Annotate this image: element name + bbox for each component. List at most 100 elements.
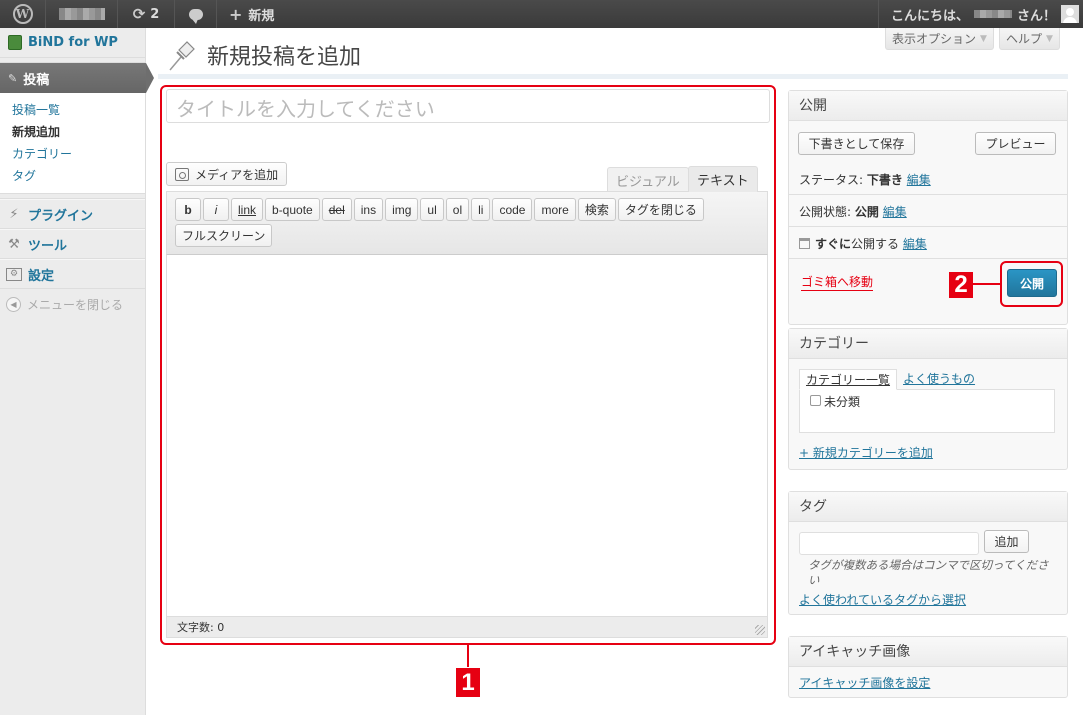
- collapse-menu-button[interactable]: ◀ メニューを閉じる: [0, 289, 145, 319]
- comment-icon: [188, 8, 203, 24]
- add-media-label: メディアを追加: [195, 167, 279, 182]
- media-icon: [175, 167, 189, 181]
- page-title: 新規投稿を追加: [207, 45, 362, 70]
- tag-input[interactable]: [799, 532, 979, 555]
- sidebar-item-label: 投稿: [23, 72, 50, 88]
- status-value: 下書き: [866, 173, 903, 187]
- post-content-textarea[interactable]: [166, 255, 768, 617]
- edit-visibility-link[interactable]: 編集: [883, 205, 907, 219]
- posts-submenu: 投稿一覧 新規追加 カテゴリー タグ: [0, 93, 145, 194]
- qt-fullscreen-button[interactable]: フルスクリーン: [175, 224, 273, 247]
- resize-handle[interactable]: [755, 625, 765, 635]
- site-name-button[interactable]: [46, 0, 118, 28]
- bind-icon: [8, 35, 22, 50]
- save-draft-button[interactable]: 下書きとして保存: [798, 132, 915, 155]
- tab-all-categories[interactable]: カテゴリー一覧: [799, 369, 898, 390]
- post-title-input[interactable]: タイトルを入力してください: [166, 89, 770, 123]
- submenu-categories[interactable]: カテゴリー: [12, 143, 145, 165]
- visibility-label: 公開状態:: [799, 205, 852, 219]
- qt-close-tags-button[interactable]: タグを閉じる: [617, 198, 704, 221]
- schedule-text: 公開する: [851, 237, 900, 251]
- qt-more-button[interactable]: more: [534, 198, 576, 221]
- pushpin-icon: [169, 41, 195, 71]
- tab-text[interactable]: テキスト: [688, 166, 758, 192]
- qt-italic-button[interactable]: i: [203, 198, 229, 221]
- qt-ins-button[interactable]: ins: [353, 198, 384, 221]
- greeting-prefix: こんにちは、: [890, 8, 969, 24]
- callout-box-2: [1000, 261, 1063, 307]
- new-content-button[interactable]: + 新規: [217, 0, 286, 28]
- qt-ol-button[interactable]: ol: [445, 198, 470, 221]
- sidebar-item-bind[interactable]: BiND for WP: [0, 28, 145, 58]
- qt-link-button[interactable]: link: [231, 198, 264, 221]
- status-row: ステータス: 下書き 編集: [799, 171, 931, 188]
- edit-schedule-link[interactable]: 編集: [903, 237, 927, 251]
- word-count: 文字数: 0: [177, 621, 225, 634]
- qt-code-button[interactable]: code: [492, 198, 533, 221]
- featured-image-box: アイキャッチ画像 アイキャッチ画像を設定: [788, 636, 1068, 698]
- avatar: [1061, 5, 1079, 23]
- visibility-row: 公開状態: 公開 編集: [799, 203, 907, 220]
- tab-visual[interactable]: ビジュアル: [607, 167, 689, 192]
- my-account-button[interactable]: こんにちは、 さん！: [877, 0, 1083, 28]
- add-media-button[interactable]: メディアを追加: [166, 162, 288, 186]
- set-featured-image-link[interactable]: アイキャッチ画像を設定: [799, 674, 930, 691]
- qt-del-button[interactable]: del: [321, 198, 352, 221]
- updates-count: 2: [150, 6, 160, 22]
- sidebar-item-label: ツール: [28, 238, 68, 254]
- page-header: 新規投稿を追加: [167, 38, 361, 72]
- callout-1-line: [467, 645, 469, 667]
- greeting-suffix: さん！: [1016, 8, 1056, 24]
- category-box: カテゴリー カテゴリー一覧 よく使うもの 未分類 + 新規カテゴリーを追加: [788, 328, 1068, 470]
- callout-2-badge: 2: [949, 271, 973, 298]
- qt-blockquote-button[interactable]: b-quote: [265, 198, 320, 221]
- preview-button[interactable]: プレビュー: [975, 132, 1056, 155]
- chevron-down-icon: ▼: [980, 33, 987, 44]
- edit-status-link[interactable]: 編集: [907, 173, 931, 187]
- collapse-arrow-icon: ◀: [6, 296, 21, 312]
- user-name-redacted: [973, 10, 1012, 18]
- pushpin-icon: ✎: [8, 71, 18, 85]
- sidebar-item-plugins[interactable]: ⚡ プラグイン: [0, 199, 145, 229]
- site-name-redacted: [58, 8, 105, 20]
- chevron-down-icon: ▼: [1046, 33, 1053, 44]
- choose-popular-tags-link[interactable]: よく使われているタグから選択: [799, 591, 966, 608]
- quicktags-toolbar: b i link b-quote del ins img ul ol li co…: [166, 191, 768, 255]
- comments-button[interactable]: [175, 0, 217, 28]
- category-checkbox[interactable]: [810, 395, 821, 406]
- sidebar-item-label: 設定: [28, 268, 55, 284]
- sidebar-item-settings[interactable]: ⚙ 設定: [0, 259, 145, 289]
- callout-1-badge: 1: [456, 668, 480, 697]
- category-tabs: カテゴリー一覧 よく使うもの: [799, 369, 981, 390]
- category-box-title: カテゴリー: [789, 329, 1067, 359]
- title-divider: [158, 74, 1068, 79]
- submenu-all-posts[interactable]: 投稿一覧: [12, 99, 145, 121]
- tools-icon: ⚒: [8, 236, 20, 252]
- settings-icon: ⚙: [6, 267, 22, 281]
- qt-li-button[interactable]: li: [471, 198, 491, 221]
- qt-bold-button[interactable]: b: [175, 198, 201, 221]
- divider: [789, 226, 1067, 227]
- tab-most-used[interactable]: よく使うもの: [897, 369, 981, 390]
- qt-ul-button[interactable]: ul: [420, 198, 444, 221]
- plugin-icon: ⚡: [9, 206, 19, 222]
- submenu-tags[interactable]: タグ: [12, 165, 145, 187]
- qt-search-button[interactable]: 検索: [577, 198, 616, 221]
- updates-button[interactable]: ⟳ 2: [118, 0, 175, 28]
- schedule-row: すぐに公開する 編集: [799, 235, 927, 252]
- schedule-bold: すぐに: [815, 237, 852, 251]
- status-label: ステータス:: [799, 173, 864, 187]
- move-to-trash-link[interactable]: ゴミ箱へ移動: [801, 273, 874, 291]
- add-tag-button[interactable]: 追加: [984, 530, 1029, 553]
- tag-hint: タグが複数ある場合はコンマで区切ってください: [808, 558, 1049, 587]
- add-new-category-link[interactable]: + 新規カテゴリーを追加: [799, 444, 933, 461]
- screen-options-button[interactable]: 表示オプション ▼: [885, 28, 994, 50]
- visibility-value: 公開: [854, 205, 879, 219]
- help-button[interactable]: ヘルプ ▼: [999, 28, 1060, 50]
- sidebar-item-posts[interactable]: ✎ 投稿: [0, 63, 154, 93]
- wordpress-logo-button[interactable]: W: [0, 0, 46, 28]
- qt-img-button[interactable]: img: [385, 198, 419, 221]
- submenu-add-new[interactable]: 新規追加: [12, 121, 145, 143]
- tag-box: タグ 追加 タグが複数ある場合はコンマで区切ってください よく使われているタグか…: [788, 491, 1068, 615]
- sidebar-item-tools[interactable]: ⚒ ツール: [0, 229, 145, 259]
